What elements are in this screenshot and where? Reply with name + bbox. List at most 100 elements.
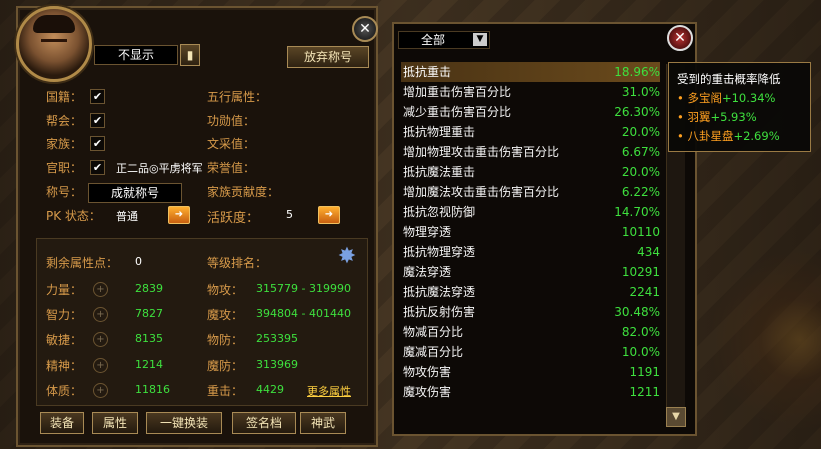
stat-row[interactable]: 增加魔法攻击重击伤害百分比 6.22%	[401, 182, 660, 202]
medal-icon[interactable]: ✸	[334, 244, 360, 270]
more-attributes-link[interactable]: 更多属性	[307, 383, 351, 399]
stat-row[interactable]: 物理穿透 10110	[401, 222, 660, 242]
filter-value: 全部	[421, 33, 446, 47]
tab-divine-weapon[interactable]: 神武	[300, 412, 346, 434]
stat-name: 增加魔法攻击重击伤害百分比	[403, 185, 560, 199]
office-label: 官职：	[46, 161, 83, 175]
title-selector-button[interactable]: ▮	[180, 44, 200, 66]
stat-row[interactable]: 魔减百分比 10.0%	[401, 342, 660, 362]
add-point-icon[interactable]: +	[93, 282, 108, 297]
tab-attributes[interactable]: 属性	[92, 412, 138, 434]
literary-label: 文采值：	[207, 137, 256, 151]
combat-label: 物攻：	[207, 283, 244, 297]
attr-value: 2839	[135, 282, 163, 295]
stat-value: 26.30%	[614, 105, 660, 119]
stat-value: 6.22%	[621, 185, 660, 199]
stat-row[interactable]: 物攻伤害 1191	[401, 362, 660, 382]
combat-value: 315779 - 319990	[256, 282, 351, 295]
stat-row[interactable]: 增加物理攻击重击伤害百分比 6.67%	[401, 142, 660, 162]
activity-label: 活跃度：	[207, 211, 260, 226]
combat-value: 253395	[256, 332, 298, 345]
nationality-checkbox[interactable]: ✔	[90, 89, 105, 104]
free-points-label: 剩余属性点：	[46, 256, 119, 270]
pk-status-value: 普通	[116, 210, 138, 223]
activity-value: 5	[286, 208, 293, 221]
stat-name: 抵抗忽视防御	[403, 205, 476, 219]
stat-row[interactable]: 抵抗魔法穿透 2241	[401, 282, 660, 302]
combat-label: 魔防：	[207, 359, 244, 373]
stat-name: 魔攻伤害	[403, 385, 452, 399]
nationality-label: 国籍：	[46, 90, 83, 104]
close-icon[interactable]: ✕	[352, 16, 378, 42]
portrait-eyes	[41, 39, 67, 46]
stat-row[interactable]: 抵抗物理重击 20.0%	[401, 122, 660, 142]
stat-value: 31.0%	[621, 85, 660, 99]
stat-name: 物减百分比	[403, 325, 464, 339]
stat-row[interactable]: 抵抗反射伤害 30.48%	[401, 302, 660, 322]
close-icon[interactable]: ✕	[667, 25, 693, 51]
tooltip-item-name: 八卦星盘	[687, 129, 734, 143]
stat-name: 物理穿透	[403, 225, 452, 239]
guild-checkbox[interactable]: ✔	[90, 113, 105, 128]
pk-status-label: PK 状态：	[46, 209, 101, 223]
stat-value: 30.48%	[614, 305, 660, 319]
office-checkbox[interactable]: ✔	[90, 160, 105, 175]
combat-value: 313969	[256, 358, 298, 371]
level-rank-label: 等级排名：	[207, 256, 268, 270]
office-value: 正二品◎平虏将军	[116, 162, 203, 175]
stat-row[interactable]: 物减百分比 82.0%	[401, 322, 660, 342]
family-checkbox[interactable]: ✔	[90, 136, 105, 151]
add-point-icon[interactable]: +	[93, 307, 108, 322]
stat-value: 10291	[621, 265, 660, 279]
title-display-field[interactable]: 不显示	[94, 45, 178, 65]
stat-name: 魔法穿透	[403, 265, 452, 279]
stat-value: 6.67%	[621, 145, 660, 159]
stat-row[interactable]: 抵抗重击 18.96%	[401, 62, 660, 82]
stat-row[interactable]: 减少重击伤害百分比 26.30%	[401, 102, 660, 122]
attr-label: 精神：	[46, 359, 83, 373]
attr-value: 7827	[135, 307, 163, 320]
attr-label: 力量：	[46, 283, 83, 297]
pk-status-arrow-icon[interactable]: ➜	[168, 206, 190, 224]
scroll-down-icon[interactable]: ▼	[666, 407, 686, 427]
achievement-title-field[interactable]: 成就称号	[88, 183, 182, 203]
tab-signature[interactable]: 签名档	[232, 412, 296, 434]
stat-row[interactable]: 抵抗物理穿透 434	[401, 242, 660, 262]
attr-label: 智力：	[46, 308, 83, 322]
stat-name: 抵抗魔法穿透	[403, 285, 476, 299]
stat-name: 抵抗重击	[403, 65, 452, 79]
tooltip-item-value: +5.93%	[710, 110, 757, 124]
chevron-down-icon[interactable]: ▼	[473, 33, 487, 46]
abandon-title-button[interactable]: 放弃称号	[287, 46, 369, 68]
tooltip-title: 受到的重击概率降低	[677, 72, 781, 86]
stat-value: 10110	[621, 225, 660, 239]
stat-row[interactable]: 抵抗魔法重击 20.0%	[401, 162, 660, 182]
filter-dropdown[interactable]: 全部 ▼	[398, 31, 490, 49]
stat-row[interactable]: 抵抗忽视防御 14.70%	[401, 202, 660, 222]
combat-label: 重击：	[207, 384, 244, 398]
add-point-icon[interactable]: +	[93, 383, 108, 398]
family-label: 家族：	[46, 137, 83, 151]
tooltip-item: • 羽翼+5.93%	[677, 110, 757, 124]
add-point-icon[interactable]: +	[93, 358, 108, 373]
free-points-value: 0	[135, 255, 142, 268]
attr-value: 11816	[135, 383, 170, 396]
stat-name: 物攻伤害	[403, 365, 452, 379]
activity-arrow-icon[interactable]: ➜	[318, 206, 340, 224]
stat-name: 抵抗魔法重击	[403, 165, 476, 179]
five-elements-label: 五行属性：	[207, 90, 268, 104]
stat-name: 增加重击伤害百分比	[403, 85, 512, 99]
stat-row[interactable]: 增加重击伤害百分比 31.0%	[401, 82, 660, 102]
tooltip-item-name: 多宝阁	[687, 91, 722, 105]
stat-value: 2241	[629, 285, 660, 299]
tab-equipment[interactable]: 装备	[40, 412, 84, 434]
stat-value: 82.0%	[621, 325, 660, 339]
stat-row[interactable]: 魔攻伤害 1211	[401, 382, 660, 402]
portrait-hair	[33, 15, 75, 33]
stat-value: 20.0%	[621, 165, 660, 179]
stat-row[interactable]: 魔法穿透 10291	[401, 262, 660, 282]
stat-value: 1191	[629, 365, 660, 379]
stat-name: 抵抗反射伤害	[403, 305, 476, 319]
tab-quick-swap[interactable]: 一键换装	[146, 412, 222, 434]
add-point-icon[interactable]: +	[93, 332, 108, 347]
